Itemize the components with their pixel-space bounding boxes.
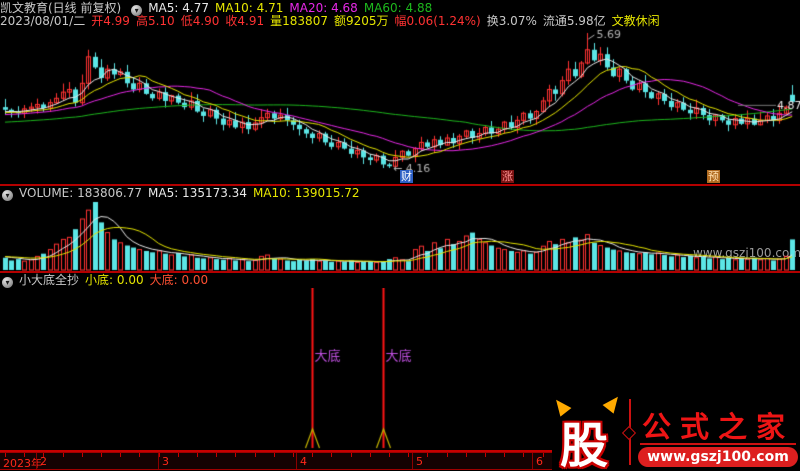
axis-month-label-6: 6	[536, 455, 543, 468]
candlestick-chart[interactable]	[0, 26, 800, 184]
axis-tick	[139, 453, 141, 457]
axis-tick	[101, 453, 102, 457]
axis-separator	[532, 453, 533, 469]
volume-chart[interactable]	[0, 200, 800, 271]
axis-separator	[296, 453, 297, 469]
axis-month-label-5: 5	[416, 455, 423, 468]
axis-tick	[197, 453, 198, 457]
volume-field-1: MA5: 135173.34	[148, 186, 247, 200]
panel-divider	[0, 271, 800, 273]
news-marker-0[interactable]: 财	[400, 170, 413, 183]
indicator-field-2: 大底: 0.00	[149, 273, 209, 287]
brand-name: 公式之家	[642, 410, 795, 444]
axis-tick	[254, 453, 256, 457]
axis-separator	[158, 453, 159, 469]
axis-month-label-2: 2	[40, 455, 47, 468]
indicator-field-1: 小底: 0.00	[85, 273, 144, 287]
brand-underline	[640, 443, 796, 445]
axis-month-label-3: 3	[162, 455, 169, 468]
axis-separator	[36, 453, 37, 469]
axis-tick	[408, 453, 410, 457]
ma-value-0: MA5: 4.77	[148, 1, 209, 15]
ma-legend: MA5: 4.77 MA10: 4.71 MA20: 4.68 MA60: 4.88	[148, 1, 438, 15]
panel-divider	[0, 184, 800, 186]
indicator-field-0: 小大底全抄	[19, 273, 80, 287]
axis-month-label-4: 4	[300, 455, 307, 468]
volume-field-2: MA10: 139015.72	[252, 186, 360, 200]
axis-tick	[312, 453, 314, 457]
volume-panel-header: VOLUME: 183806.77 MA5: 135173.34 MA10: 139…	[0, 187, 800, 201]
indicator-panel-header: 小大底全抄小底: 0.00 大底: 0.00	[0, 274, 800, 288]
indicator-legend: 小大底全抄 小底: 0.00 大底: 0.00	[19, 273, 214, 287]
brand-logo: 股 公式之家 www.gszj100.com	[550, 392, 800, 471]
axis-tick	[350, 453, 352, 457]
axis-tick	[523, 453, 525, 457]
axis-tick	[177, 453, 179, 457]
axis-tick	[293, 453, 294, 457]
axis-separator	[412, 453, 413, 469]
axis-tick	[273, 453, 275, 457]
axis-tick	[216, 453, 218, 457]
stock-title: 凯文教育(日线 前复权)	[0, 1, 122, 15]
site-url-link[interactable]: www.gszj100.com	[638, 447, 798, 467]
axis-tick	[62, 453, 64, 457]
axis-tick	[504, 453, 506, 457]
axis-tick	[427, 453, 429, 457]
axis-tick	[81, 453, 83, 457]
axis-tick	[465, 453, 467, 457]
axis-tick	[446, 453, 448, 457]
logo-gu-glyph: 股	[560, 418, 609, 471]
volume-field-0: VOLUME: 183806.77	[19, 186, 142, 200]
axis-tick	[485, 453, 486, 457]
axis-tick	[369, 453, 371, 457]
volume-legend: VOLUME: 183806.77 MA5: 135173.34 MA10: 139…	[19, 186, 366, 200]
ma-value-2: MA20: 4.68	[289, 1, 358, 15]
axis-tick	[331, 453, 333, 457]
stock-chart-window: 凯文教育(日线 前复权) MA5: 4.77 MA10: 4.71 MA20: 4.6…	[0, 0, 800, 471]
ma-value-3: MA60: 4.88	[363, 1, 433, 15]
axis-tick	[389, 453, 390, 457]
ma-value-1: MA10: 4.71	[214, 1, 284, 15]
diamond-icon	[621, 425, 637, 441]
news-marker-2[interactable]: 预	[707, 170, 720, 183]
collapse-indicator-panel-icon[interactable]	[2, 277, 13, 288]
news-marker-1[interactable]: 涨	[501, 170, 514, 183]
axis-tick	[120, 453, 122, 457]
axis-tick	[235, 453, 237, 457]
